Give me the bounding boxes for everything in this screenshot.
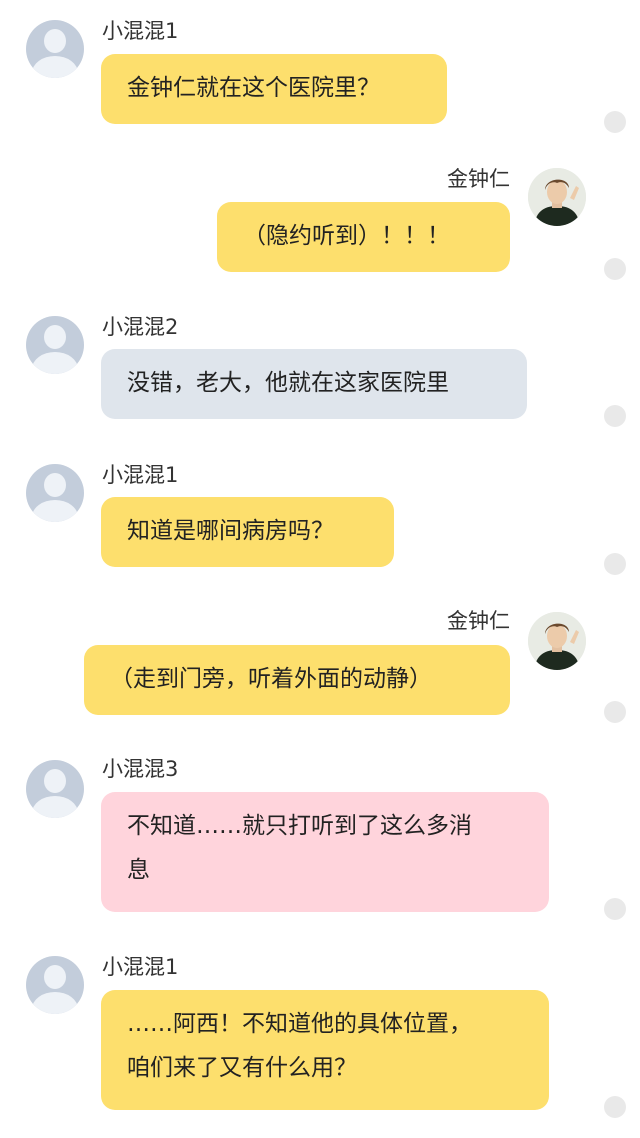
- chat-message: 小混混1 金钟仁就在这个医院里？: [0, 0, 640, 146]
- default-avatar-icon[interactable]: [26, 20, 84, 78]
- sender-name: 金钟仁: [447, 167, 510, 191]
- chat-message: 小混混1 ……阿西！不知道他的具体位置， 咱们来了又有什么用？: [0, 932, 640, 1138]
- status-dot-icon: [604, 898, 626, 920]
- message-text-line: 息: [127, 857, 150, 883]
- message-text: 没错，老大，他就在这家医院里: [127, 370, 449, 396]
- person-photo-icon: [528, 168, 586, 226]
- sender-name: 小混混2: [102, 315, 179, 339]
- message-bubble[interactable]: 没错，老大，他就在这家医院里: [101, 349, 527, 419]
- message-text: （走到门旁，听着外面的动静）: [110, 666, 432, 692]
- chat-message: 小混混3 不知道……就只打听到了这么多消 息: [0, 736, 640, 932]
- user-photo-avatar[interactable]: [528, 168, 586, 226]
- sender-name: 小混混3: [102, 757, 179, 781]
- message-text-line: ……阿西！不知道他的具体位置，: [127, 1011, 472, 1037]
- status-dot-icon: [604, 701, 626, 723]
- sender-name: 金钟仁: [447, 609, 510, 633]
- sender-name: 小混混1: [102, 463, 179, 487]
- sender-name: 小混混1: [102, 19, 179, 43]
- message-bubble[interactable]: （走到门旁，听着外面的动静）: [84, 645, 510, 715]
- message-text: 金钟仁就在这个医院里？: [127, 75, 380, 101]
- chat-message: 金钟仁 （隐约听到）！！！: [0, 146, 640, 294]
- status-dot-icon: [604, 258, 626, 280]
- status-dot-icon: [604, 1096, 626, 1118]
- chat-message: 小混混1 知道是哪间病房吗？: [0, 442, 640, 588]
- default-avatar-icon[interactable]: [26, 956, 84, 1014]
- user-photo-avatar[interactable]: [528, 612, 586, 670]
- message-bubble[interactable]: 知道是哪间病房吗？: [101, 497, 394, 567]
- message-bubble[interactable]: 不知道……就只打听到了这么多消 息: [101, 792, 549, 912]
- status-dot-icon: [604, 553, 626, 575]
- default-avatar-icon[interactable]: [26, 760, 84, 818]
- message-text-line: 不知道……就只打听到了这么多消: [127, 813, 472, 839]
- status-dot-icon: [604, 405, 626, 427]
- default-avatar-icon[interactable]: [26, 464, 84, 522]
- chat-message: 小混混2 没错，老大，他就在这家医院里: [0, 294, 640, 442]
- message-text-line: 咱们来了又有什么用？: [127, 1055, 357, 1081]
- message-bubble[interactable]: （隐约听到）！！！: [217, 202, 510, 272]
- message-bubble[interactable]: 金钟仁就在这个医院里？: [101, 54, 447, 124]
- person-photo-icon: [528, 612, 586, 670]
- sender-name: 小混混1: [102, 955, 179, 979]
- status-dot-icon: [604, 111, 626, 133]
- message-text: （隐约听到）！！！: [243, 223, 450, 249]
- message-text: 知道是哪间病房吗？: [127, 518, 334, 544]
- default-avatar-icon[interactable]: [26, 316, 84, 374]
- message-bubble[interactable]: ……阿西！不知道他的具体位置， 咱们来了又有什么用？: [101, 990, 549, 1110]
- chat-message: 金钟仁 （走到门旁，听着外面的动静）: [0, 588, 640, 736]
